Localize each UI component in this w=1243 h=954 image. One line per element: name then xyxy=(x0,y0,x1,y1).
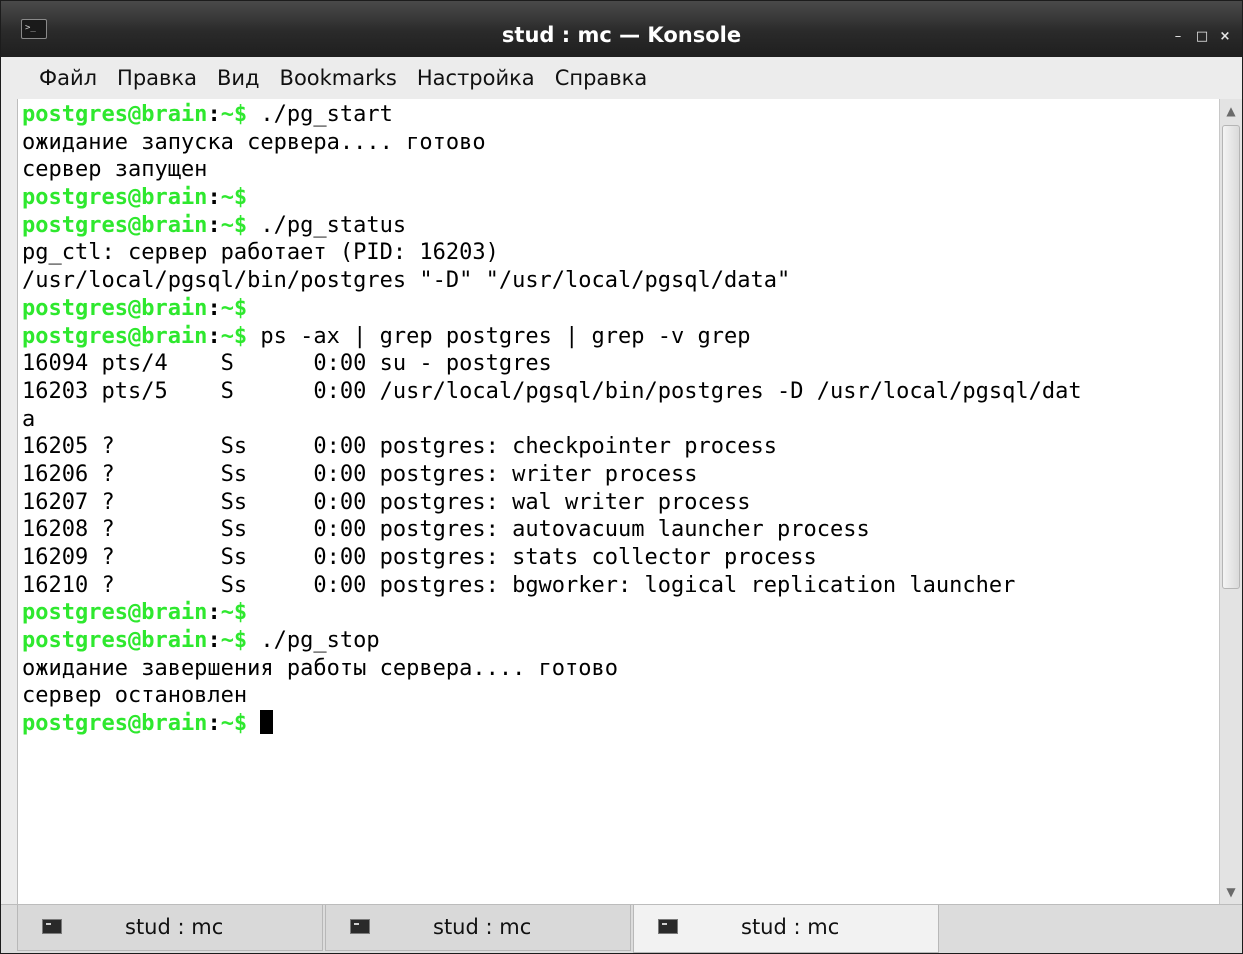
prompt-line: postgres@brain:~$ xyxy=(22,710,1082,738)
output-line: 16209 ? Ss 0:00 postgres: stats collecto… xyxy=(22,545,817,570)
output-line: сервер остановлен xyxy=(22,683,248,709)
prompt-directory: ~$ xyxy=(220,185,248,211)
prompt-user-host: postgres@brain xyxy=(22,212,208,238)
prompt-user-host: postgres@brain xyxy=(22,600,208,626)
prompt-separator: : xyxy=(207,212,221,238)
prompt-directory: ~$ xyxy=(220,711,248,737)
command-text: ./pg_start xyxy=(247,102,393,127)
scroll-up-arrow-icon[interactable]: ▲ xyxy=(1220,99,1242,123)
command-text xyxy=(247,711,260,736)
prompt-directory: ~$ xyxy=(220,323,248,349)
minimize-button[interactable]: – xyxy=(1169,28,1187,46)
konsole-window: stud : mc — Konsole – □ × Файл Правка Ви… xyxy=(0,0,1243,954)
output-line: 16206 ? Ss 0:00 postgres: writer process xyxy=(22,461,698,487)
prompt-line: postgres@brain:~$ ./pg_stop xyxy=(22,627,1082,655)
prompt-directory: ~$ xyxy=(220,295,248,321)
prompt-line: postgres@brain:~$ ps -ax | grep postgres… xyxy=(22,323,1082,351)
title-bar[interactable]: stud : mc — Konsole – □ × xyxy=(1,1,1242,57)
tab-session-1[interactable]: stud : mc xyxy=(17,905,323,951)
tab-bar: stud : mc stud : mc stud : mc xyxy=(1,904,1242,953)
tab-label: stud : mc xyxy=(433,915,532,939)
prompt-directory: ~$ xyxy=(220,628,248,654)
menu-bar: Файл Правка Вид Bookmarks Настройка Спра… xyxy=(1,57,1242,99)
maximize-button[interactable]: □ xyxy=(1193,28,1211,46)
terminal-text: postgres@brain:~$ ./pg_start ожидание зап… xyxy=(22,101,1082,738)
output-line: ожидание запуска сервера.... готово xyxy=(22,129,486,155)
text-cursor xyxy=(260,710,274,735)
terminal-output[interactable]: postgres@brain:~$ ./pg_start ожидание зап… xyxy=(17,99,1220,904)
menu-view[interactable]: Вид xyxy=(207,62,270,94)
prompt-separator: : xyxy=(207,600,221,626)
prompt-directory: ~$ xyxy=(220,102,248,127)
tab-label: stud : mc xyxy=(125,915,224,939)
prompt-line: postgres@brain:~$ xyxy=(22,599,1082,627)
prompt-separator: : xyxy=(207,295,221,321)
prompt-user-host: postgres@brain xyxy=(22,628,208,654)
output-line: pg_ctl: сервер работает (PID: 16203) xyxy=(22,240,499,266)
output-line: 16210 ? Ss 0:00 postgres: bgworker: logi… xyxy=(22,572,1016,598)
close-button[interactable]: × xyxy=(1216,28,1234,46)
prompt-line: postgres@brain:~$ ./pg_status xyxy=(22,212,1082,240)
menu-help[interactable]: Справка xyxy=(545,62,658,94)
prompt-separator: : xyxy=(207,323,221,349)
prompt-directory: ~$ xyxy=(220,600,248,626)
prompt-user-host: postgres@brain xyxy=(22,323,208,349)
output-line: ожидание завершения работы сервера.... г… xyxy=(22,655,619,681)
command-text: ./pg_stop xyxy=(247,628,380,654)
scrollbar-thumb[interactable] xyxy=(1222,125,1240,589)
terminal-tab-icon xyxy=(350,919,370,934)
prompt-line: postgres@brain:~$ ./pg_start xyxy=(22,101,1082,129)
output-line: 16207 ? Ss 0:00 postgres: wal writer pro… xyxy=(22,489,751,515)
terminal-tab-icon xyxy=(42,919,62,934)
window-title: stud : mc — Konsole xyxy=(501,23,742,47)
output-line: 16205 ? Ss 0:00 postgres: checkpointer p… xyxy=(22,434,777,460)
output-line: /usr/local/pgsql/bin/postgres "-D" "/usr… xyxy=(22,268,791,294)
menu-bookmarks[interactable]: Bookmarks xyxy=(270,62,407,94)
prompt-separator: : xyxy=(207,102,221,127)
prompt-separator: : xyxy=(207,711,221,737)
tab-session-3-active[interactable]: stud : mc xyxy=(633,905,939,953)
tab-session-2[interactable]: stud : mc xyxy=(325,905,631,951)
prompt-line: postgres@brain:~$ xyxy=(22,184,1082,212)
prompt-separator: : xyxy=(207,628,221,654)
prompt-user-host: postgres@brain xyxy=(22,185,208,211)
output-line: a xyxy=(22,406,36,432)
output-line: 16203 pts/5 S 0:00 /usr/local/pgsql/bin/… xyxy=(22,378,1082,404)
terminal-tab-icon xyxy=(658,919,678,934)
prompt-user-host: postgres@brain xyxy=(22,295,208,321)
prompt-line: postgres@brain:~$ xyxy=(22,295,1082,323)
tab-label: stud : mc xyxy=(741,915,840,939)
output-line: сервер запущен xyxy=(22,157,208,183)
prompt-user-host: postgres@brain xyxy=(22,711,208,737)
vertical-scrollbar[interactable]: ▲ ▼ xyxy=(1219,99,1242,904)
command-text: ./pg_status xyxy=(247,212,407,238)
prompt-directory: ~$ xyxy=(220,212,248,238)
output-line: 16208 ? Ss 0:00 postgres: autovacuum lau… xyxy=(22,517,870,543)
scroll-down-arrow-icon[interactable]: ▼ xyxy=(1220,880,1242,904)
menu-file[interactable]: Файл xyxy=(29,62,107,94)
menu-settings[interactable]: Настройка xyxy=(407,62,545,94)
menu-edit[interactable]: Правка xyxy=(107,62,207,94)
command-text: ps -ax | grep postgres | grep -v grep xyxy=(247,323,751,349)
prompt-separator: : xyxy=(207,185,221,211)
prompt-user-host: postgres@brain xyxy=(22,102,208,127)
output-line: 16094 pts/4 S 0:00 su - postgres xyxy=(22,351,552,377)
